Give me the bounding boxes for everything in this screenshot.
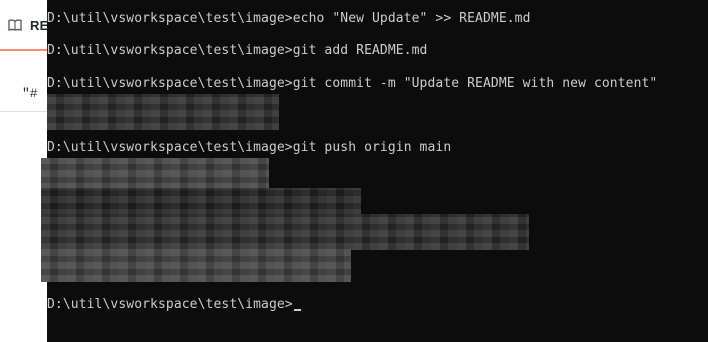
text-cursor (293, 309, 301, 311)
code-snippet: "# (22, 86, 38, 101)
tab-label: RE (30, 17, 49, 33)
terminal-window[interactable]: D:\util\vsworkspace\test\image>echo "New… (41, 0, 708, 342)
terminal-line-git-commit: D:\util\vsworkspace\test\image>git commi… (47, 76, 658, 91)
redacted-output (41, 158, 269, 190)
terminal-line-echo: D:\util\vsworkspace\test\image>echo "New… (47, 11, 531, 26)
book-icon (8, 19, 22, 31)
redacted-output (41, 214, 529, 250)
terminal-prompt[interactable]: D:\util\vsworkspace\test\image> (47, 296, 301, 314)
terminal-line-git-push: D:\util\vsworkspace\test\image>git push … (47, 140, 452, 155)
redacted-output (41, 248, 351, 282)
prompt-text: D:\util\vsworkspace\test\image> (47, 297, 293, 312)
redacted-output (41, 188, 361, 216)
redacted-output (47, 94, 279, 130)
terminal-line-git-add: D:\util\vsworkspace\test\image>git add R… (47, 43, 428, 58)
